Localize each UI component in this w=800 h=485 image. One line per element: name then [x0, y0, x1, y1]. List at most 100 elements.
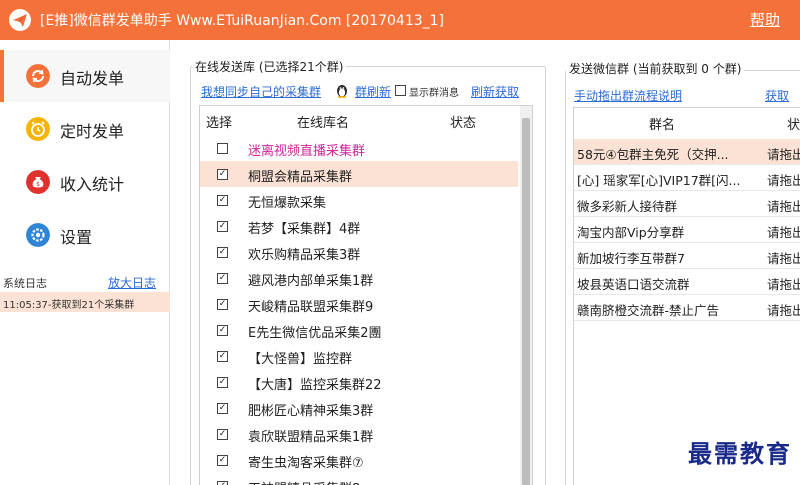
online-library-table: 选择 在线库名 状态 迷离视频直播采集群 ✓ 桐盟会精品采集群 ✓ 无恒爆款采集 ✓ 若梦【… [199, 105, 533, 485]
sidebar-item-label: 收入统计 [60, 175, 125, 194]
sidebar: 自动发单 定时发单 $ 收入统计 设置 系统日志 放大日志 11:05:37-获… [0, 40, 170, 485]
row-group-name: 赣南脐橙交流群-禁止广告 [577, 303, 720, 318]
table-row[interactable]: ✓ 【大怪兽】监控群 [200, 343, 518, 369]
row-library-name: 寄生虫淘客采集群⑦ [248, 456, 364, 471]
row-status: 请拖出 [767, 173, 800, 188]
table-row[interactable]: 新加坡行李互带群7 请拖出 [574, 243, 800, 269]
table-row[interactable]: ✓ 袁欣联盟精品采集1群 [200, 421, 518, 447]
table-row[interactable]: ✓ 欢乐购精品采集3群 [200, 239, 518, 265]
table-row[interactable]: ✓ 桐盟会精品采集群 [200, 161, 518, 187]
row-checkbox[interactable] [217, 143, 228, 154]
row-checkbox[interactable]: ✓ [217, 403, 228, 414]
table-header: 选择 在线库名 状态 [200, 106, 532, 132]
paper-plane-icon [9, 9, 31, 31]
library-scrollbar[interactable] [520, 106, 532, 485]
manual-drag-guide-link[interactable]: 手动拖出群流程说明 [574, 87, 682, 104]
row-checkbox[interactable]: ✓ [217, 481, 228, 485]
table-row[interactable]: ✓ 天峻精品联盟采集群9 [200, 291, 518, 317]
online-library-legend: 在线发送库 (已选择21个群) [192, 58, 347, 75]
send-groups-table: 群名 状 58元④包群主免死（交押...请拖出[心] 瑶家军[心]VIP17群[… [573, 107, 800, 485]
row-library-name: 无恒爆款采集 [248, 196, 327, 211]
row-group-name: [心] 瑶家军[心]VIP17群[闪... [577, 173, 741, 188]
row-status: 请拖出 [767, 199, 800, 214]
table-row[interactable]: ✓ 【大唐】监控采集群22 [200, 369, 518, 395]
table-row[interactable]: 迷离视频直播采集群 [200, 135, 518, 161]
table-row[interactable]: ✓ 天神盟精品采集群8 [200, 473, 518, 485]
row-status: 请拖出 [767, 225, 800, 240]
row-library-name: 天神盟精品采集群8 [248, 478, 360, 485]
table-row[interactable]: ✓ 若梦【采集群】4群 [200, 213, 518, 239]
title-bar: [E推]微信群发单助手 Www.ETuiRuanJian.Com [201704… [0, 0, 800, 40]
sidebar-item-settings[interactable]: 设置 [0, 209, 170, 261]
table-row[interactable]: 淘宝内部Vip分享群 请拖出 [574, 217, 800, 243]
row-library-name: 天峻精品联盟采集群9 [248, 300, 374, 315]
row-library-name: 避风港内部单采集1群 [248, 274, 374, 289]
help-link[interactable]: 帮助 [750, 9, 780, 30]
row-checkbox[interactable]: ✓ [217, 299, 228, 310]
fetch-groups-link[interactable]: 获取 [765, 87, 789, 104]
column-group-name: 群名 [649, 118, 676, 133]
row-library-name: 袁欣联盟精品采集1群 [248, 430, 374, 445]
row-group-name: 淘宝内部Vip分享群 [577, 225, 685, 240]
row-checkbox[interactable]: ✓ [217, 351, 228, 362]
svg-text:$: $ [36, 181, 40, 188]
row-library-name: 欢乐购精品采集3群 [248, 248, 361, 263]
zoom-log-link[interactable]: 放大日志 [108, 274, 156, 291]
sidebar-item-scheduled-send[interactable]: 定时发单 [0, 103, 170, 155]
table-row[interactable]: 赣南脐橙交流群-禁止广告 请拖出 [574, 295, 800, 321]
row-checkbox[interactable]: ✓ [217, 195, 228, 206]
row-checkbox[interactable]: ✓ [217, 429, 228, 440]
alarm-clock-icon [26, 117, 50, 141]
row-library-name: 迷离视频直播采集群 [248, 144, 366, 159]
row-library-name: 肥彬匠心精神采集3群 [248, 404, 374, 419]
table-row[interactable]: ✓ 避风港内部单采集1群 [200, 265, 518, 291]
row-status: 请拖出 [767, 277, 800, 292]
row-group-name: 坡县英语口语交流群 [577, 277, 690, 292]
row-group-name: 新加坡行李互带群7 [577, 251, 685, 266]
system-log-header: 系统日志 放大日志 [0, 272, 170, 292]
table-row[interactable]: 58元④包群主免死（交押... 请拖出 [574, 139, 800, 165]
row-library-name: 【大怪兽】监控群 [248, 352, 353, 367]
row-group-name: 微多彩新人接待群 [577, 199, 678, 214]
row-checkbox[interactable]: ✓ [217, 325, 228, 336]
group-refresh-link[interactable]: 群刷新 [355, 83, 391, 100]
row-status: 请拖出 [767, 147, 800, 162]
table-row[interactable]: ✓ 无恒爆款采集 [200, 187, 518, 213]
system-log-title: 系统日志 [3, 277, 47, 290]
refresh-circle-icon [26, 64, 50, 88]
send-groups-legend: 发送微信群 (当前获取到 0 个群) [566, 60, 745, 77]
table-header: 群名 状 [574, 108, 800, 136]
qq-penguin-icon [337, 85, 347, 98]
gear-icon [26, 223, 50, 247]
money-bag-icon: $ [26, 170, 50, 194]
row-group-name: 58元④包群主免死（交押... [577, 147, 729, 162]
column-select: 选择 [206, 116, 233, 131]
table-row[interactable]: 坡县英语口语交流群 请拖出 [574, 269, 800, 295]
table-row[interactable]: ✓ 寄生虫淘客采集群⑦ [200, 447, 518, 473]
table-row[interactable]: 微多彩新人接待群 请拖出 [574, 191, 800, 217]
log-entry: 11:05:37-获取到21个采集群 [0, 292, 170, 312]
library-scroll-thumb[interactable] [522, 118, 530, 485]
sidebar-item-auto-send[interactable]: 自动发单 [0, 50, 170, 102]
row-library-name: 【大唐】监控采集群22 [248, 378, 382, 393]
row-library-name: E先生微信优品采集2團 [248, 326, 382, 341]
refresh-fetch-link[interactable]: 刷新获取 [471, 83, 519, 100]
window-title: [E推]微信群发单助手 Www.ETuiRuanJian.Com [201704… [40, 13, 445, 29]
row-checkbox[interactable]: ✓ [217, 273, 228, 284]
sidebar-item-income-stats[interactable]: $ 收入统计 [0, 156, 170, 208]
row-checkbox[interactable]: ✓ [217, 221, 228, 232]
watermark-text: 最需教育 [688, 439, 792, 468]
show-group-messages-checkbox[interactable] [395, 85, 406, 96]
table-row[interactable]: ✓ 肥彬匠心精神采集3群 [200, 395, 518, 421]
show-group-messages-label: 显示群消息 [409, 88, 459, 99]
table-row[interactable]: [心] 瑶家军[心]VIP17群[闪... 请拖出 [574, 165, 800, 191]
row-checkbox[interactable]: ✓ [217, 455, 228, 466]
row-checkbox[interactable]: ✓ [217, 377, 228, 388]
row-checkbox[interactable]: ✓ [217, 169, 228, 180]
row-library-name: 若梦【采集群】4群 [248, 222, 361, 237]
row-checkbox[interactable]: ✓ [217, 247, 228, 258]
sync-my-groups-link[interactable]: 我想同步自己的采集群 [201, 83, 321, 100]
row-status: 请拖出 [767, 303, 800, 318]
table-row[interactable]: ✓ E先生微信优品采集2團 [200, 317, 518, 343]
column-status: 状态 [450, 116, 477, 131]
